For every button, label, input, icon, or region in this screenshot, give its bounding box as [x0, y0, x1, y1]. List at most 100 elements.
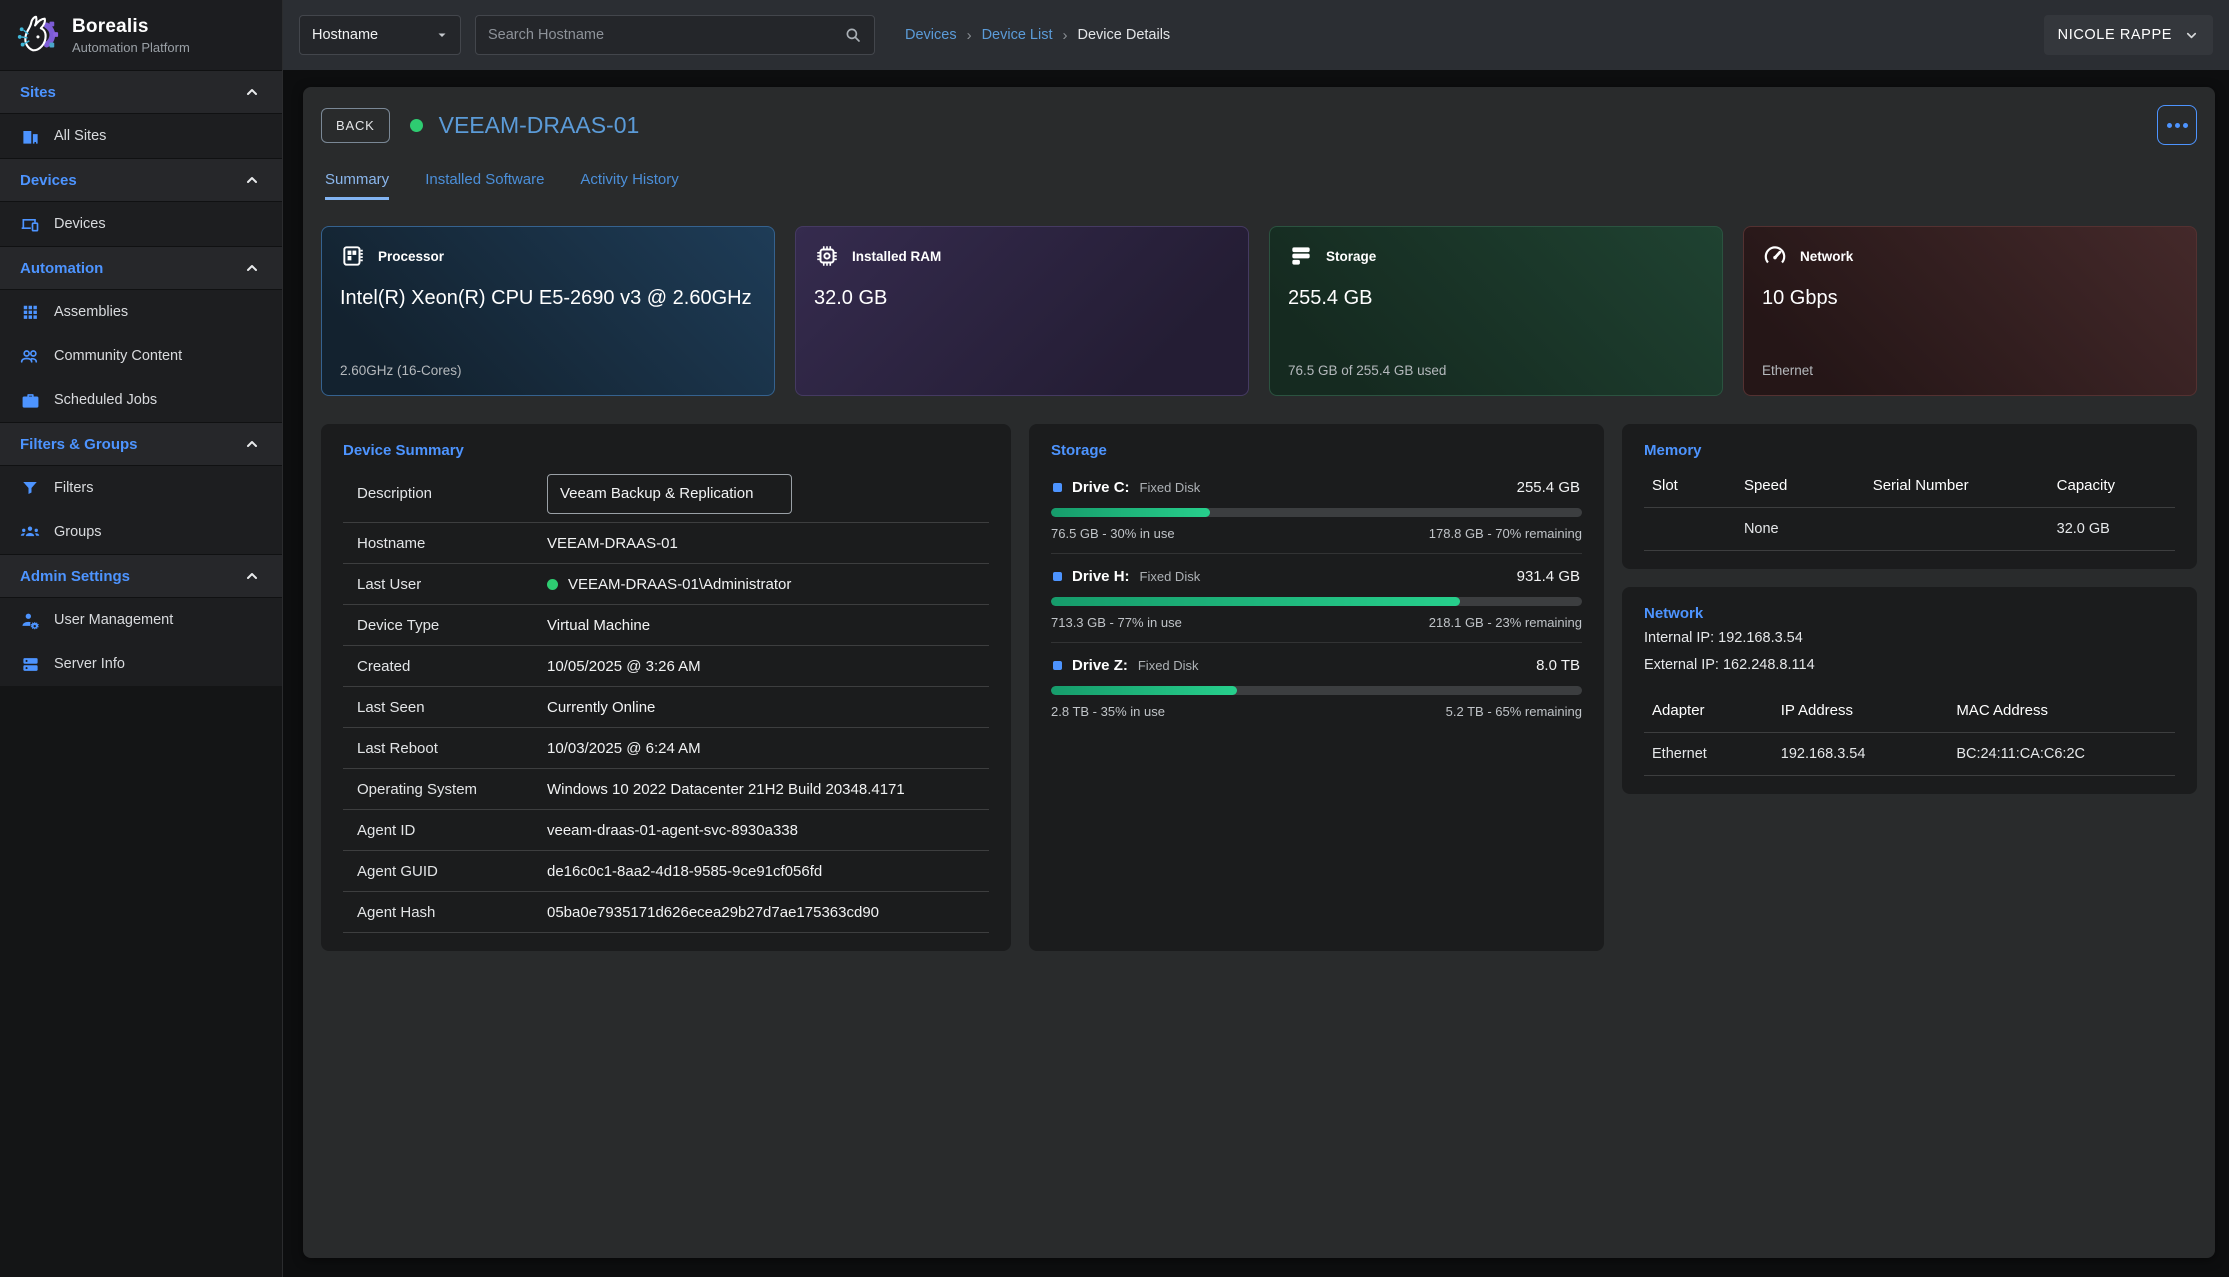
row-value: 05ba0e7935171d626ecea29b27d7ae175363cd90 [547, 904, 879, 921]
row-value: VEEAM-DRAAS-01\Administrator [547, 576, 791, 593]
group-icon [20, 522, 40, 542]
sidebar-item-devices[interactable]: Devices [0, 202, 282, 246]
device-summary-panel: Device Summary Description Hostname VEEA… [321, 424, 1011, 951]
detail-panels: Device Summary Description Hostname VEEA… [321, 424, 2197, 951]
sidebar-section-automation[interactable]: Automation [0, 246, 282, 290]
stat-card-value: Intel(R) Xeon(R) CPU E5-2690 v3 @ 2.60GH… [340, 285, 756, 312]
sidebar-item-community-content[interactable]: Community Content [0, 334, 282, 378]
breadcrumb: Devices › Device List › Device Details [905, 27, 1170, 44]
user-name: NICOLE RAPPE [2058, 27, 2172, 43]
more-actions-button[interactable] [2157, 105, 2197, 145]
sidebar-item-scheduled-jobs[interactable]: Scheduled Jobs [0, 378, 282, 422]
drive-bullet-icon [1053, 572, 1062, 581]
summary-row-agent-guid: Agent GUID de16c0c1-8aa2-4d18-9585-9ce91… [343, 851, 989, 892]
drive-remaining: 5.2 TB - 65% remaining [1446, 704, 1582, 719]
sidebar-item-filters[interactable]: Filters [0, 466, 282, 510]
drive-size: 931.4 GB [1517, 568, 1580, 585]
ram-chip-icon [814, 243, 840, 269]
row-label: Last User [357, 576, 547, 593]
description-input[interactable] [547, 474, 792, 514]
briefcase-icon [20, 390, 40, 410]
stat-card-value: 32.0 GB [814, 285, 1230, 312]
tab-summary[interactable]: Summary [325, 171, 389, 200]
network-adapter-table: Adapter IP Address MAC Address Ethernet … [1644, 690, 2175, 776]
storage-panel: Storage Drive C: Fixed Disk 255.4 GB 76.… [1029, 424, 1604, 951]
sidebar-section-filters-groups[interactable]: Filters & Groups [0, 422, 282, 466]
sidebar-item-user-management[interactable]: User Management [0, 598, 282, 642]
drive-usage-bar [1051, 686, 1582, 695]
row-value: Windows 10 2022 Datacenter 21H2 Build 20… [547, 781, 905, 798]
sidebar: Borealis Automation Platform Sites All S… [0, 0, 283, 1277]
tab-bar: Summary Installed Software Activity Hist… [321, 171, 2197, 200]
search-box [475, 15, 875, 55]
storage-card: Storage 255.4 GB 76.5 GB of 255.4 GB use… [1269, 226, 1723, 396]
hostname-filter-select[interactable]: Hostname [299, 15, 461, 55]
drive-type: Fixed Disk [1140, 480, 1201, 495]
tab-activity-history[interactable]: Activity History [580, 171, 678, 200]
funnel-icon [20, 478, 40, 498]
sidebar-section-label: Automation [20, 260, 103, 277]
sidebar-section-admin-settings[interactable]: Admin Settings [0, 554, 282, 598]
stat-card-value: 10 Gbps [1762, 285, 2178, 312]
search-input[interactable] [488, 27, 836, 43]
drive-used: 713.3 GB - 77% in use [1051, 615, 1182, 630]
memory-table-header: Slot Speed Serial Number Capacity [1644, 465, 2175, 508]
sidebar-item-server-info[interactable]: Server Info [0, 642, 282, 686]
sidebar-section-label: Admin Settings [20, 568, 130, 585]
summary-row-hostname: Hostname VEEAM-DRAAS-01 [343, 523, 989, 564]
summary-row-agent-hash: Agent Hash 05ba0e7935171d626ecea29b27d7a… [343, 892, 989, 933]
tab-installed-software[interactable]: Installed Software [425, 171, 544, 200]
main-content: BACK VEEAM-DRAAS-01 Summary Installed So… [283, 70, 2229, 1277]
search-icon [844, 26, 862, 44]
drive-name: Drive Z: [1072, 657, 1128, 674]
network-panel: Network Internal IP: 192.168.3.54 Extern… [1622, 587, 2197, 794]
stat-card-subtitle: Ethernet [1762, 363, 2178, 379]
network-table-row: Ethernet 192.168.3.54 BC:24:11:CA:C6:2C [1644, 733, 2175, 776]
summary-row-agent-id: Agent ID veeam-draas-01-agent-svc-8930a3… [343, 810, 989, 851]
brand-name: Borealis [72, 16, 190, 38]
building-icon [20, 126, 40, 146]
row-value: veeam-draas-01-agent-svc-8930a338 [547, 822, 798, 839]
breadcrumb-device-list[interactable]: Device List [982, 27, 1053, 43]
external-ip: External IP: 162.248.8.114 [1644, 655, 2175, 676]
breadcrumb-separator: › [1063, 27, 1068, 44]
network-card: Network 10 Gbps Ethernet [1743, 226, 2197, 396]
sidebar-section-sites[interactable]: Sites [0, 70, 282, 114]
memory-panel: Memory Slot Speed Serial Number Capacity… [1622, 424, 2197, 569]
stat-cards: Processor Intel(R) Xeon(R) CPU E5-2690 v… [321, 226, 2197, 396]
breadcrumb-devices[interactable]: Devices [905, 27, 957, 43]
sidebar-item-assemblies[interactable]: Assemblies [0, 290, 282, 334]
drive-name: Drive C: [1072, 479, 1130, 496]
drive-row-z: Drive Z: Fixed Disk 8.0 TB 2.8 TB - 35% … [1051, 643, 1582, 731]
sidebar-item-all-sites[interactable]: All Sites [0, 114, 282, 158]
drive-used: 2.8 TB - 35% in use [1051, 704, 1165, 719]
chevron-up-icon [244, 172, 260, 188]
drive-row-h: Drive H: Fixed Disk 931.4 GB 713.3 GB - … [1051, 554, 1582, 643]
brand-subtitle: Automation Platform [72, 40, 190, 55]
user-menu-button[interactable]: NICOLE RAPPE [2044, 15, 2213, 55]
cpu-icon [340, 243, 366, 269]
filter-select-value: Hostname [312, 27, 378, 43]
row-label: Created [357, 658, 547, 675]
internal-ip: Internal IP: 192.168.3.54 [1644, 628, 2175, 649]
page-title: VEEAM-DRAAS-01 [439, 112, 640, 139]
sidebar-section-devices[interactable]: Devices [0, 158, 282, 202]
storage-stack-icon [1288, 243, 1314, 269]
stat-card-subtitle: 2.60GHz (16-Cores) [340, 363, 756, 379]
sidebar-menu: Sites All Sites Devices Devices Automati… [0, 70, 282, 686]
drive-row-c: Drive C: Fixed Disk 255.4 GB 76.5 GB - 3… [1051, 465, 1582, 554]
drive-type: Fixed Disk [1140, 569, 1201, 584]
sidebar-item-groups[interactable]: Groups [0, 510, 282, 554]
panel-title: Storage [1051, 442, 1582, 459]
stat-card-title: Network [1800, 249, 1853, 264]
drive-used: 76.5 GB - 30% in use [1051, 526, 1175, 541]
chevron-up-icon [244, 436, 260, 452]
drive-bullet-icon [1053, 661, 1062, 670]
summary-row-last-user: Last User VEEAM-DRAAS-01\Administrator [343, 564, 989, 605]
back-button[interactable]: BACK [321, 108, 390, 143]
brand: Borealis Automation Platform [0, 0, 282, 70]
sidebar-item-label: Scheduled Jobs [54, 392, 157, 408]
processor-card: Processor Intel(R) Xeon(R) CPU E5-2690 v… [321, 226, 775, 396]
row-value: VEEAM-DRAAS-01 [547, 535, 678, 552]
sidebar-item-label: User Management [54, 612, 173, 628]
